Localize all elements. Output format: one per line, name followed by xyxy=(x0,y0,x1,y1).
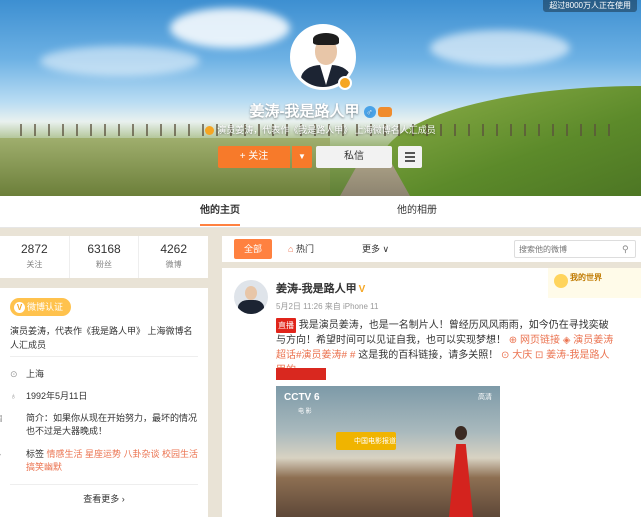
emoji-icon xyxy=(554,274,568,288)
avatar-suit xyxy=(238,300,264,314)
feed-tab-hot[interactable]: ⌂ 热门 xyxy=(288,236,314,262)
verified-icon xyxy=(205,126,215,136)
tab-home[interactable]: 他的主页 xyxy=(200,196,240,226)
show-name: 中国电影报道 xyxy=(354,438,396,445)
profile-description: 演员姜涛，代表作《我是路人甲》 上海微博名人汇成员 xyxy=(217,125,436,135)
info-bio: ▤ 简介：如果你从现在开始努力，最坏的情况也不过是大器晚成！ xyxy=(0,412,200,438)
stat-posts[interactable]: 4262 微博 xyxy=(139,236,208,278)
stat-label: 微博 xyxy=(165,260,182,269)
post-meta: 5月2日 11:26 来自 iPhone 11 xyxy=(276,302,379,311)
hashtag-mark: # xyxy=(349,350,356,361)
profile-description-row: 演员姜涛，代表作《我是路人甲》 上海微博名人汇成员 xyxy=(0,123,641,136)
tags-label: 标签 xyxy=(26,449,45,459)
post-text-tail: 这是我的百科链接，请多关照！ xyxy=(358,350,499,361)
birthday-text: 1992年5月11日 xyxy=(26,391,88,401)
verify-label: 微博认证 xyxy=(27,302,64,312)
presenter-head xyxy=(455,426,467,440)
stat-label: 关注 xyxy=(26,260,43,269)
quality-label: 高清 xyxy=(478,394,492,401)
web-link[interactable]: ⊕ 网页链接 xyxy=(509,335,560,346)
stat-followers[interactable]: 63168 粉丝 xyxy=(70,236,140,278)
view-more-link[interactable]: 查看更多 › xyxy=(0,492,208,505)
feed-search-input[interactable] xyxy=(514,240,636,258)
menu-icon xyxy=(405,160,415,162)
presenter-dress xyxy=(449,444,473,517)
menu-icon xyxy=(405,156,415,158)
verified-v-icon: V xyxy=(358,284,366,295)
feed-tab-more[interactable]: 更多 ∨ xyxy=(362,236,389,262)
verify-badge[interactable]: V 微博认证 xyxy=(10,298,72,316)
divider xyxy=(10,484,198,485)
tag-icon: ◇ xyxy=(0,448,20,461)
user-count-banner[interactable]: 超过8000万人正在使用 xyxy=(543,0,637,12)
channel-logo: CCTV 6 xyxy=(284,392,320,403)
post-image[interactable]: CCTV 6 电 影 高清 中国电影报道 xyxy=(276,386,500,517)
post-author[interactable]: 姜涛-我是路人甲 V xyxy=(276,280,365,296)
stat-value: 4262 xyxy=(160,242,188,256)
location-text: 上海 xyxy=(26,369,45,379)
location-icon: ⊙ xyxy=(10,369,18,379)
stats-panel: 2872 关注 63168 粉丝 4262 微博 xyxy=(0,236,208,278)
profile-name-row: 姜涛-我是路人甲 ♂ xyxy=(0,100,641,121)
channel-sub: 电 影 xyxy=(298,409,312,415)
search-icon[interactable]: ⚲ xyxy=(622,244,629,255)
tags-links[interactable]: 情感生活 星座运势 八卦杂谈 校园生活 搞笑幽默 xyxy=(26,449,198,472)
stat-value: 2872 xyxy=(20,242,48,256)
presenter-figure xyxy=(446,426,476,517)
post-author-name: 姜涛-我是路人甲 xyxy=(276,283,357,295)
web-link-label: 网页链接 xyxy=(519,335,560,346)
verified-v-icon: V xyxy=(14,302,25,314)
profile-info-card: V 微博认证 演员姜涛，代表作《我是路人甲》 上海微博名人汇成员 ⊙ 上海 ♁ 199… xyxy=(0,288,208,517)
gender-male-icon: ♂ xyxy=(363,106,376,119)
profile-tab-bar: 他的主页 他的相册 xyxy=(0,196,641,228)
place-link[interactable]: ⊙ 大庆 xyxy=(501,350,532,361)
redacted-bar xyxy=(276,368,326,380)
post-text: 直播 我是演员姜涛，也是一名制片人！曾经历风风雨雨，如今仍在寻找奕破与方向！希望… xyxy=(276,318,616,378)
info-birthday: ♁ 1992年5月11日 xyxy=(10,390,200,403)
verify-text: 演员姜涛，代表作《我是路人甲》 上海微博名人汇成员 xyxy=(10,326,193,350)
ad-text: 我的世界 xyxy=(570,273,602,282)
stat-label: 粉丝 xyxy=(96,260,112,269)
divider xyxy=(10,356,198,357)
place-link-label: 大庆 xyxy=(512,350,533,361)
avatar-face xyxy=(245,286,257,300)
follow-dropdown-button[interactable]: ▼ xyxy=(292,146,312,168)
cloud-decoration xyxy=(170,8,290,48)
cloud-decoration xyxy=(40,46,200,76)
verified-badge-icon xyxy=(338,76,352,90)
feed-tab-hot-label: 热门 xyxy=(295,244,314,254)
feed-tab-all[interactable]: 全部 xyxy=(234,239,273,259)
follow-button[interactable]: + 关注 xyxy=(218,146,290,168)
more-menu-button[interactable] xyxy=(398,146,422,168)
info-tags: ◇ 标签 情感生活 星座运势 八卦杂谈 校园生活 搞笑幽默 xyxy=(0,448,200,474)
feed-filter-bar: 全部 ⌂ 热门 更多 ∨ ⚲ xyxy=(222,236,641,262)
post-avatar[interactable] xyxy=(234,280,268,314)
profile-name: 姜涛-我是路人甲 xyxy=(249,103,360,120)
stat-following[interactable]: 2872 关注 xyxy=(0,236,70,278)
avatar-hair xyxy=(313,33,339,45)
weibo-post: 姜涛-我是路人甲 V 5月2日 11:26 来自 iPhone 11 直播 我是演… xyxy=(222,268,641,517)
birthday-icon: ♁ xyxy=(10,391,17,401)
bio-text: 简介：如果你从现在开始努力，最坏的情况也不过是大器晚成！ xyxy=(26,413,198,436)
hot-icon: ⌂ xyxy=(288,244,294,254)
live-chip[interactable]: 直播 xyxy=(276,318,296,333)
info-location: ⊙ 上海 xyxy=(10,368,200,381)
side-ad-card[interactable]: 我的世界 xyxy=(548,268,641,298)
message-button[interactable]: 私信 xyxy=(316,146,392,168)
bio-icon: ▤ xyxy=(0,412,20,425)
menu-icon xyxy=(405,152,415,154)
stat-value: 63168 xyxy=(87,242,121,256)
tab-album[interactable]: 他的相册 xyxy=(397,196,437,226)
cloud-decoration xyxy=(430,30,570,66)
level-icon xyxy=(377,107,392,118)
